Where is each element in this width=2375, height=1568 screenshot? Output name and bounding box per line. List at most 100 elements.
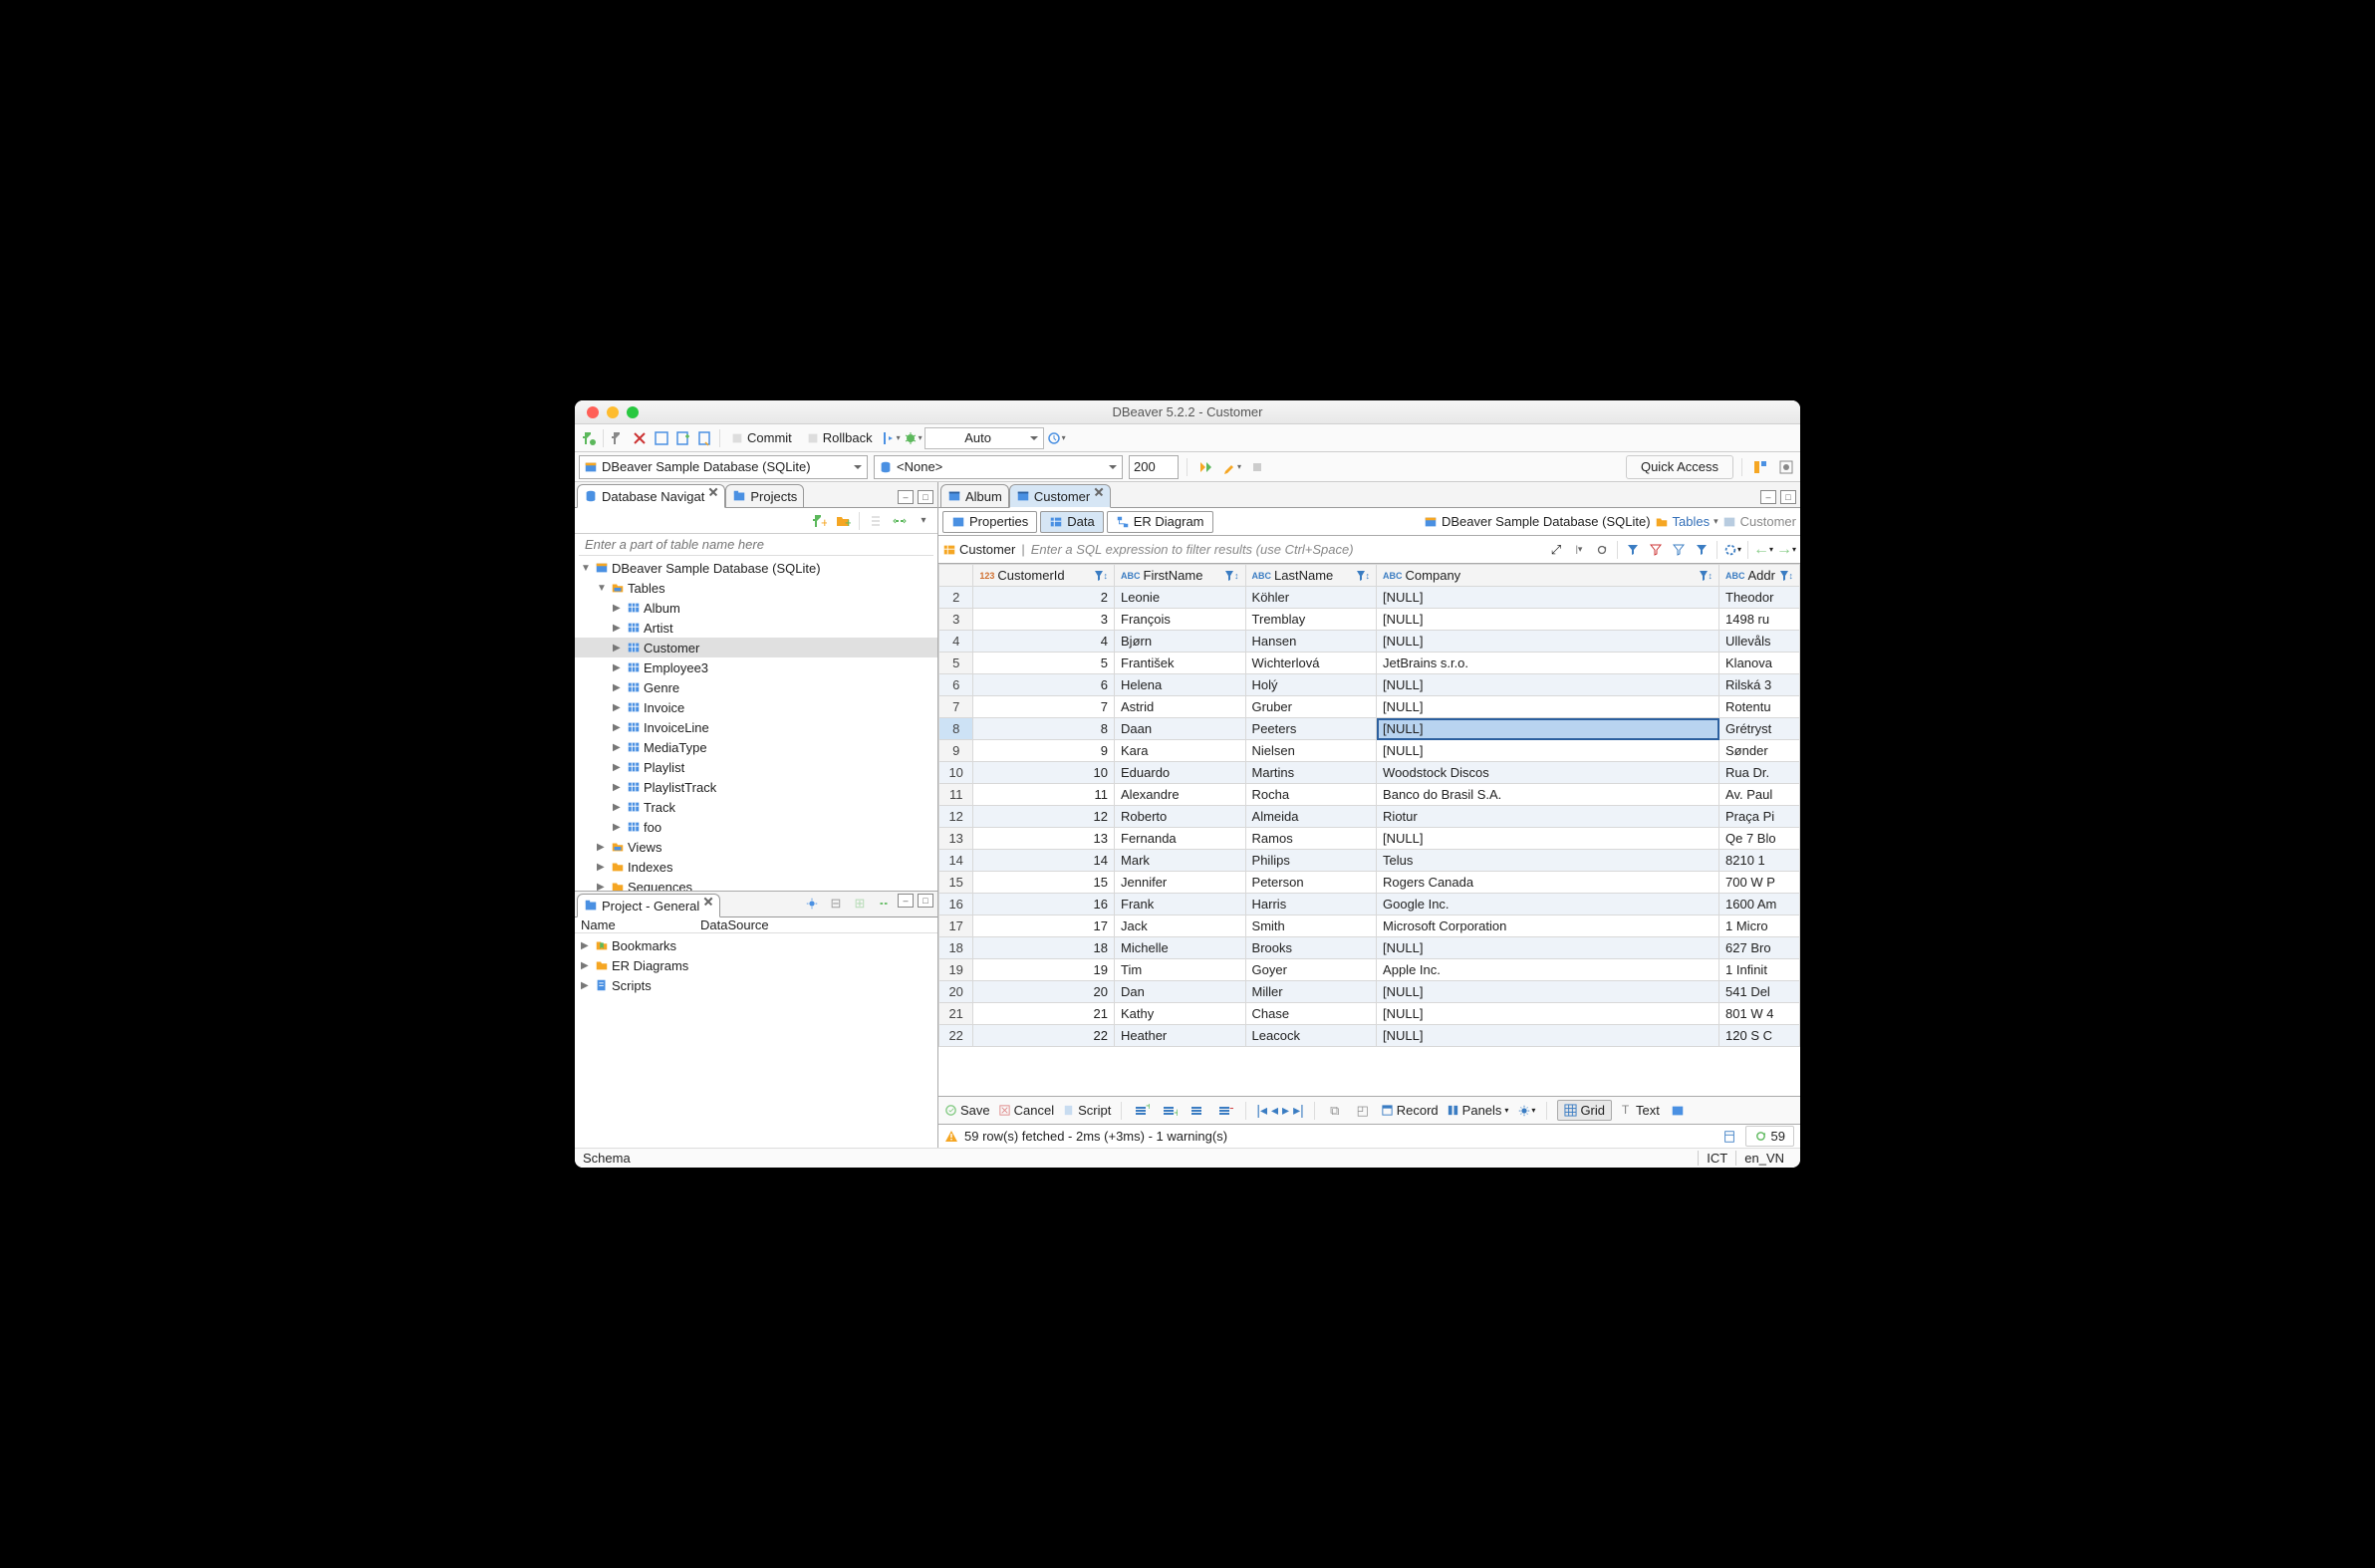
tree-node[interactable]: ▶Sequences [575, 877, 937, 891]
table-cell[interactable]: [NULL] [1377, 631, 1719, 653]
breadcrumb-datasource[interactable]: DBeaver Sample Database (SQLite) [1442, 514, 1651, 529]
table-cell[interactable]: 17 [973, 915, 1115, 937]
table-cell[interactable]: Brooks [1245, 937, 1377, 959]
table-row[interactable]: 44BjørnHansen[NULL]Ullevåls [939, 631, 1800, 653]
tree-node[interactable]: ▶ER Diagrams [575, 955, 937, 975]
table-cell[interactable]: Kathy [1115, 1003, 1246, 1025]
forward-icon[interactable]: →▾ [1776, 540, 1796, 560]
table-cell[interactable]: Miller [1245, 981, 1377, 1003]
export-icon[interactable] [1668, 1101, 1688, 1121]
tree-node[interactable]: ▶Bookmarks [575, 935, 937, 955]
subtab-data[interactable]: Data [1040, 511, 1103, 533]
table-cell[interactable]: Holý [1245, 674, 1377, 696]
link-proj-icon[interactable] [874, 894, 894, 914]
table-cell[interactable]: Microsoft Corporation [1377, 915, 1719, 937]
table-cell[interactable]: JetBrains s.r.o. [1377, 653, 1719, 674]
connect-icon[interactable] [608, 428, 628, 448]
table-cell[interactable]: Peeters [1245, 718, 1377, 740]
table-cell[interactable]: 15 [973, 872, 1115, 894]
table-cell[interactable]: Jack [1115, 915, 1246, 937]
table-cell[interactable]: Peterson [1245, 872, 1377, 894]
tree-node[interactable]: ▶MediaType [575, 737, 937, 757]
column-header[interactable]: ABC Company ↕ [1377, 565, 1719, 587]
table-cell[interactable]: Philips [1245, 850, 1377, 872]
table-cell[interactable]: [NULL] [1377, 609, 1719, 631]
table-cell[interactable]: Klanova [1719, 653, 1800, 674]
table-cell[interactable]: Köhler [1245, 587, 1377, 609]
table-cell[interactable]: Eduardo [1115, 762, 1246, 784]
tx-log-icon[interactable]: ▾ [1046, 428, 1066, 448]
tab-projects[interactable]: Projects [725, 484, 804, 508]
save-button[interactable]: Save [944, 1103, 990, 1118]
disconnect-icon[interactable] [630, 428, 650, 448]
grid-mode-button[interactable]: Grid [1557, 1100, 1612, 1121]
history-filter-icon[interactable]: |▾ [1569, 540, 1589, 560]
table-row[interactable]: 77AstridGruber[NULL]Rotentu [939, 696, 1800, 718]
table-cell[interactable]: [NULL] [1377, 718, 1719, 740]
table-cell[interactable]: 7 [973, 696, 1115, 718]
table-cell[interactable]: François [1115, 609, 1246, 631]
table-cell[interactable]: 13 [973, 828, 1115, 850]
add-proj-icon[interactable]: ⊞ [850, 894, 870, 914]
table-row[interactable]: 1717JackSmithMicrosoft Corporation1 Micr… [939, 915, 1800, 937]
tree-node[interactable]: ▶Views [575, 837, 937, 857]
new-conn-nav-icon[interactable]: + [809, 511, 829, 531]
new-folder-nav-icon[interactable]: + [833, 511, 853, 531]
table-cell[interactable]: 21 [973, 1003, 1115, 1025]
menu-nav-icon[interactable]: ▾ [914, 511, 933, 531]
table-row[interactable]: 22LeonieKöhler[NULL]Theodor [939, 587, 1800, 609]
table-cell[interactable]: 1 Infinit [1719, 959, 1800, 981]
filter3-icon[interactable] [1669, 540, 1689, 560]
table-cell[interactable]: Rua Dr. [1719, 762, 1800, 784]
rollback-button[interactable]: Rollback [800, 428, 879, 448]
minimize-view-icon[interactable]: ‒ [898, 490, 914, 504]
table-row[interactable]: 2020DanMiller[NULL]541 Del [939, 981, 1800, 1003]
table-cell[interactable]: 8 [973, 718, 1115, 740]
tree-node[interactable]: ▶Artist [575, 618, 937, 638]
table-cell[interactable]: Dan [1115, 981, 1246, 1003]
tx-mode-combo[interactable]: Auto [924, 427, 1044, 449]
filter1-icon[interactable] [1623, 540, 1643, 560]
table-cell[interactable]: Martins [1245, 762, 1377, 784]
table-cell[interactable]: Chase [1245, 1003, 1377, 1025]
table-cell[interactable]: [NULL] [1377, 1025, 1719, 1047]
record-button[interactable]: Record [1381, 1103, 1439, 1118]
table-cell[interactable]: [NULL] [1377, 981, 1719, 1003]
table-cell[interactable]: Nielsen [1245, 740, 1377, 762]
config-proj-icon[interactable] [802, 894, 822, 914]
column-header[interactable]: ABC FirstName ↕ [1115, 565, 1246, 587]
table-cell[interactable]: Praça Pi [1719, 806, 1800, 828]
table-row[interactable]: 99KaraNielsen[NULL]Sønder [939, 740, 1800, 762]
table-row[interactable]: 33FrançoisTremblay[NULL]1498 ru [939, 609, 1800, 631]
tree-node[interactable]: ▶Employee3 [575, 657, 937, 677]
table-cell[interactable]: Av. Paul [1719, 784, 1800, 806]
maximize-proj-icon[interactable]: □ [918, 894, 933, 908]
table-cell[interactable]: 3 [973, 609, 1115, 631]
close-icon[interactable] [1094, 491, 1104, 501]
add-row-below-icon[interactable]: + [1160, 1101, 1180, 1121]
table-cell[interactable]: Roberto [1115, 806, 1246, 828]
table-cell[interactable]: Grétryst [1719, 718, 1800, 740]
tree-node[interactable]: ▼Tables [575, 578, 937, 598]
panels-button[interactable]: Panels ▾ [1447, 1103, 1509, 1118]
tab-db-navigator[interactable]: Database Navigat [577, 484, 725, 508]
table-cell[interactable]: Rotentu [1719, 696, 1800, 718]
tree-node[interactable]: ▶InvoiceLine [575, 717, 937, 737]
table-cell[interactable]: 801 W 4 [1719, 1003, 1800, 1025]
filter-input[interactable]: Enter a SQL expression to filter results… [1031, 542, 1540, 557]
table-cell[interactable]: Alexandre [1115, 784, 1246, 806]
filter-table-label[interactable]: Customer [942, 542, 1015, 557]
table-cell[interactable]: Hansen [1245, 631, 1377, 653]
table-cell[interactable]: 11 [973, 784, 1115, 806]
link-nav-icon[interactable] [890, 511, 910, 531]
describe-icon[interactable] [1719, 1127, 1739, 1147]
text-mode-button[interactable]: TText [1620, 1103, 1660, 1118]
tree-node[interactable]: ▼DBeaver Sample Database (SQLite) [575, 558, 937, 578]
table-cell[interactable]: 1 Micro [1719, 915, 1800, 937]
tx-dropdown-icon[interactable]: ▾ [881, 428, 901, 448]
table-cell[interactable]: Qe 7 Blo [1719, 828, 1800, 850]
table-cell[interactable]: Tim [1115, 959, 1246, 981]
colors-icon[interactable]: ▾ [1722, 540, 1742, 560]
tree-node[interactable]: ▶Album [575, 598, 937, 618]
table-row[interactable]: 1111AlexandreRochaBanco do Brasil S.A.Av… [939, 784, 1800, 806]
